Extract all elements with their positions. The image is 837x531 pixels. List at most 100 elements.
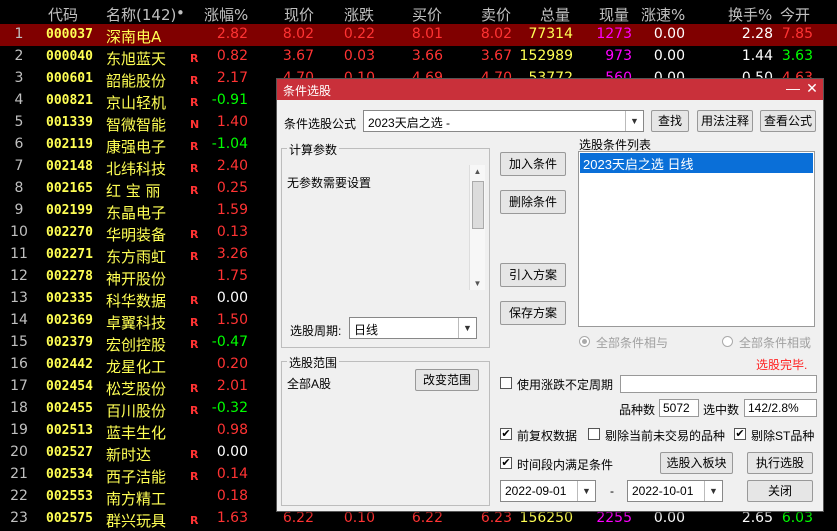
exclude-st-checkbox[interactable]: ✔ (734, 428, 746, 440)
table-row[interactable]: 1 000037 深南电A 2.82 8.02 0.22 8.01 8.02 77314 1273… (0, 24, 837, 46)
stock-tag: R (190, 162, 199, 175)
row-index: 13 (10, 290, 28, 306)
pre-adjust-checkbox[interactable]: ✔ (500, 428, 512, 440)
minimize-icon[interactable]: — (785, 80, 801, 96)
period-select[interactable]: 日线 ▼ (349, 317, 477, 339)
stock-name: 南方精工 (106, 490, 167, 508)
ask-price: 8.02 (480, 26, 512, 42)
change-percent: 1.40 (216, 114, 248, 130)
stock-tag: R (190, 250, 199, 263)
chevron-down-icon[interactable]: ▼ (577, 481, 595, 501)
stock-tag: R (190, 96, 199, 109)
uncertain-period-field[interactable] (620, 375, 817, 393)
or-radio[interactable] (722, 336, 733, 347)
stock-code: 000037 (46, 27, 93, 42)
change-percent: 2.01 (216, 378, 248, 394)
header-turnover[interactable]: 换手% (728, 4, 772, 25)
dialog-title: 条件选股 (283, 84, 332, 98)
stock-name: 东晶电子 (106, 204, 167, 222)
stock-name: 华明装备 (106, 226, 167, 244)
save-scheme-button[interactable]: 保存方案 (500, 301, 566, 325)
header-name[interactable]: 名称(142) (106, 4, 176, 25)
total-volume: 77314 (528, 26, 573, 42)
header-ask[interactable]: 卖价 (481, 4, 511, 25)
scroll-up-icon[interactable]: ▲ (470, 167, 485, 176)
change-percent: 1.63 (216, 510, 248, 526)
find-button[interactable]: 查找 (651, 110, 689, 132)
change-percent: 0.82 (216, 48, 248, 64)
add-condition-button[interactable]: 加入条件 (500, 152, 566, 176)
scroll-down-icon[interactable]: ▼ (470, 279, 485, 288)
stock-tag: R (190, 382, 199, 395)
change-range-button[interactable]: 改变范围 (415, 369, 479, 391)
header-volume[interactable]: 总量 (540, 4, 570, 25)
view-formula-button[interactable]: 查看公式 (760, 110, 816, 132)
header-open[interactable]: 今开 (780, 4, 810, 25)
close-button[interactable]: 关闭 (747, 480, 813, 502)
count-field: 5072 (659, 399, 699, 417)
condition-select-dialog: 条件选股 — ✕ 条件选股公式 2023天启之选 - ▼ 查找 用法注释 查看公… (276, 78, 824, 512)
stock-code: 002335 (46, 291, 93, 306)
stock-tag: R (190, 184, 199, 197)
condition-list-item[interactable]: 2023天启之选 日线 (580, 153, 813, 173)
stock-code: 002575 (46, 511, 93, 526)
chevron-down-icon[interactable]: ▼ (458, 318, 476, 338)
formula-select[interactable]: 2023天启之选 - ▼ (363, 110, 644, 132)
condition-list[interactable]: 2023天启之选 日线 (578, 151, 815, 327)
header-speed[interactable]: 涨速% (641, 4, 685, 25)
time-range-checkbox[interactable]: ✔ (500, 457, 512, 469)
row-index: 20 (10, 444, 28, 460)
date-to-picker[interactable]: 2022-10-01 ▼ (627, 480, 723, 502)
header-pct[interactable]: 涨幅% (204, 4, 248, 25)
exclude-untraded-checkbox[interactable] (588, 428, 600, 440)
stock-code: 002271 (46, 247, 93, 262)
usage-note-button[interactable]: 用法注释 (697, 110, 753, 132)
uncertain-period-checkbox[interactable] (500, 377, 512, 389)
and-radio[interactable] (579, 336, 590, 347)
row-index: 6 (14, 136, 24, 152)
range-value: 全部A股 (287, 377, 332, 391)
formula-label: 条件选股公式 (284, 117, 357, 131)
price: 6.22 (282, 510, 314, 526)
row-index: 17 (10, 378, 28, 394)
date-from-value: 2022-09-01 (505, 484, 567, 498)
current-volume: 1273 (596, 26, 632, 42)
header-price[interactable]: 现价 (284, 4, 314, 25)
dialog-title-bar[interactable]: 条件选股 — ✕ (277, 79, 823, 100)
speed: 0.00 (653, 48, 685, 64)
table-row[interactable]: 2 000040 东旭蓝天 R 0.82 3.67 0.03 3.66 3.67 152989 97… (0, 46, 837, 68)
period-label: 选股周期: (290, 324, 342, 338)
stock-tag: R (190, 52, 199, 65)
stock-tag: R (190, 74, 199, 87)
change-percent: 2.40 (216, 158, 248, 174)
stock-name: 群兴玩具 (106, 512, 167, 530)
ask-price: 3.67 (480, 48, 512, 64)
close-icon[interactable]: ✕ (804, 80, 820, 97)
stock-name: 西子洁能 (106, 468, 167, 486)
scroll-thumb[interactable] (472, 181, 484, 229)
params-scrollbar[interactable]: ▲ ▼ (469, 165, 485, 290)
stock-name: 东方雨虹 (106, 248, 167, 266)
header-code[interactable]: 代码 (48, 4, 78, 25)
add-to-sector-button[interactable]: 选股入板块 (660, 452, 733, 474)
stock-code: 002199 (46, 203, 93, 218)
header-current-volume[interactable]: 现量 (599, 4, 629, 25)
row-index: 12 (10, 268, 28, 284)
run-select-button[interactable]: 执行选股 (747, 452, 813, 474)
header-change[interactable]: 涨跌 (344, 4, 374, 25)
delete-condition-button[interactable]: 删除条件 (500, 190, 566, 214)
chevron-down-icon[interactable]: ▼ (704, 481, 722, 501)
date-from-picker[interactable]: 2022-09-01 ▼ (500, 480, 596, 502)
import-scheme-button[interactable]: 引入方案 (500, 263, 566, 287)
bid-price: 6.22 (411, 510, 443, 526)
row-index: 15 (10, 334, 28, 350)
row-index: 22 (10, 488, 28, 504)
chevron-down-icon[interactable]: ▼ (625, 111, 643, 131)
stock-code: 002534 (46, 467, 93, 482)
row-index: 1 (14, 26, 24, 42)
change-percent: 3.26 (216, 246, 248, 262)
change-percent: 0.98 (216, 422, 248, 438)
uncertain-period-label: 使用涨跌不定周期 (517, 378, 614, 392)
header-bid[interactable]: 买价 (412, 4, 442, 25)
open-price: 6.03 (781, 510, 813, 526)
